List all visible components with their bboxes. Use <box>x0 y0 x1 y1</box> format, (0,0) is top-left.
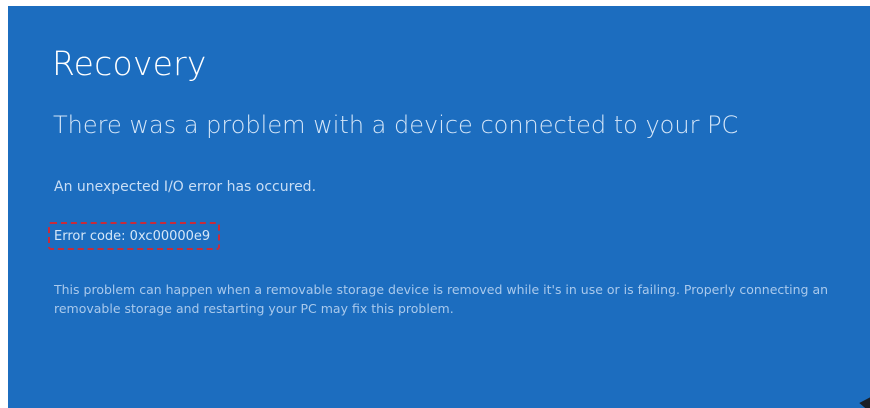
recovery-screen: Recovery There was a problem with a devi… <box>8 6 870 408</box>
error-code-highlight: Error code: 0xc00000e9 <box>48 222 220 250</box>
help-text-line: removable storage and restarting your PC… <box>54 301 454 316</box>
page-title: Recovery <box>52 44 207 83</box>
help-text-line: This problem can happen when a removable… <box>54 282 829 297</box>
page-subtitle: There was a problem with a device connec… <box>53 111 739 139</box>
error-description: An unexpected I/O error has occured. <box>54 179 317 195</box>
stylus-pointer-icon <box>859 376 870 408</box>
error-code-text: Error code: 0xc00000e9 <box>54 229 211 244</box>
help-text: This problem can happen when a removable… <box>54 280 870 318</box>
